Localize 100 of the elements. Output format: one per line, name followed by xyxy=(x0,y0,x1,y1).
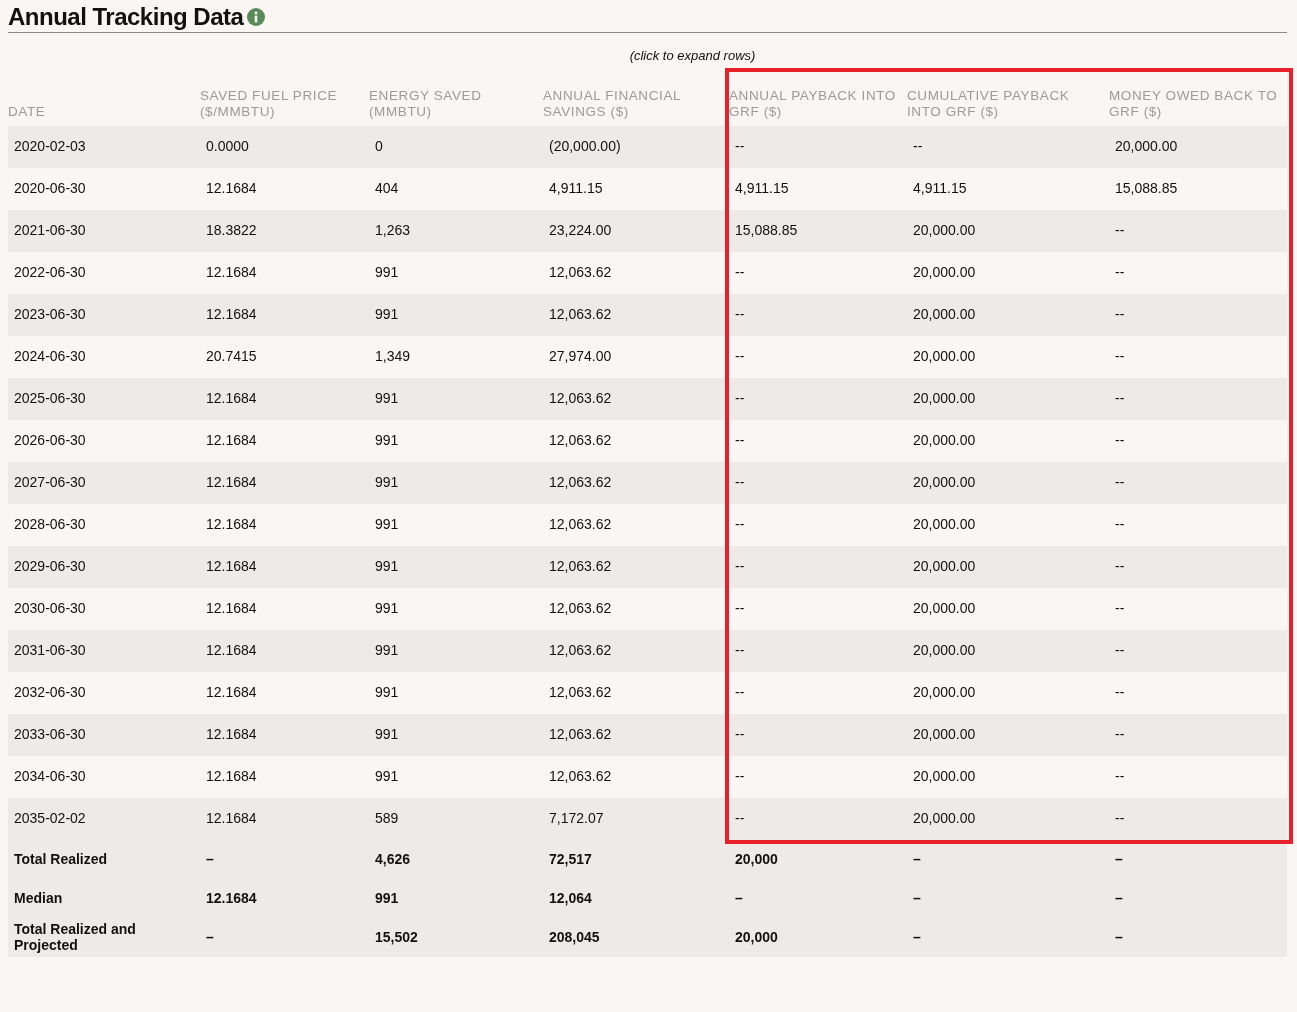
table-cell: 12.1684 xyxy=(206,600,257,616)
table-cell: 12,063.62 xyxy=(549,432,612,448)
date-cell[interactable]: 2027-06-30 xyxy=(14,474,86,490)
table-cell: 20,000.00 xyxy=(913,222,976,238)
column-header: ENERGY SAVED (MMBTU) xyxy=(369,87,482,119)
table-cell: -- xyxy=(735,558,745,574)
column-header: MONEY OWED BACK TO GRF ($) xyxy=(1109,87,1278,119)
table-cell: -- xyxy=(1115,558,1125,574)
date-cell[interactable]: 2025-06-30 xyxy=(14,390,86,406)
date-cell[interactable]: 2020-06-30 xyxy=(14,180,86,196)
date-cell[interactable]: 2022-06-30 xyxy=(14,264,86,280)
table-cell: -- xyxy=(913,138,923,154)
table-cell: 4,911.15 xyxy=(913,180,967,196)
table-cell: 20,000.00 xyxy=(913,390,976,406)
table-cell: 20,000.00 xyxy=(913,642,976,658)
date-cell[interactable]: 2023-06-30 xyxy=(14,306,86,322)
row-label: Total Realized xyxy=(14,851,108,867)
table-cell: 12,063.62 xyxy=(549,600,612,616)
table-cell: -- xyxy=(1115,768,1125,784)
table-cell: 12.1684 xyxy=(206,810,257,826)
table-cell: 404 xyxy=(375,180,399,196)
table-cell: 12.1684 xyxy=(206,306,257,322)
date-cell[interactable]: 2021-06-30 xyxy=(14,222,86,238)
table-cell: 12,063.62 xyxy=(549,684,612,700)
table-cell: 4,626 xyxy=(375,851,411,867)
table-cell: 12,063.62 xyxy=(549,264,612,280)
table-cell: 991 xyxy=(375,890,399,906)
table-cell: 12.1684 xyxy=(206,726,257,742)
table-cell: -- xyxy=(735,600,745,616)
column-header: ANNUAL PAYBACK INTO GRF ($) xyxy=(729,87,896,119)
date-cell[interactable]: 2031-06-30 xyxy=(14,642,86,658)
table-cell: – xyxy=(1115,851,1123,867)
table-cell: -- xyxy=(735,642,745,658)
table-cell: -- xyxy=(1115,348,1125,364)
table-cell: 0.0000 xyxy=(206,138,249,154)
table-cell: -- xyxy=(1115,474,1125,490)
table-cell: -- xyxy=(735,516,745,532)
info-icon[interactable] xyxy=(247,8,266,26)
table-cell: 991 xyxy=(375,600,399,616)
date-cell[interactable]: 2032-06-30 xyxy=(14,684,86,700)
table-cell: 12,063.62 xyxy=(549,390,612,406)
table-cell: 20,000.00 xyxy=(913,768,976,784)
date-cell[interactable]: 2033-06-30 xyxy=(14,726,86,742)
table-cell: -- xyxy=(735,390,745,406)
table-cell: -- xyxy=(735,432,745,448)
table-cell: 12,063.62 xyxy=(549,558,612,574)
date-cell[interactable]: 2035-02-02 xyxy=(14,810,86,826)
table-cell: – xyxy=(913,851,921,867)
table-cell: 20,000.00 xyxy=(913,474,976,490)
table-cell: -- xyxy=(1115,222,1125,238)
table-cell: -- xyxy=(1115,516,1125,532)
date-cell[interactable]: 2029-06-30 xyxy=(14,558,86,574)
date-cell[interactable]: 2020-02-03 xyxy=(14,138,86,154)
table-cell: 15,502 xyxy=(375,929,418,945)
date-cell[interactable]: 2034-06-30 xyxy=(14,768,86,784)
table-cell: 20,000.00 xyxy=(913,264,976,280)
row-label: Total Realized and Projected xyxy=(14,921,136,953)
table-cell: 991 xyxy=(375,768,399,784)
table-cell: 4,911.15 xyxy=(549,180,603,196)
table-cell: 991 xyxy=(375,264,399,280)
table-cell: 12.1684 xyxy=(206,558,257,574)
table-cell: -- xyxy=(1115,600,1125,616)
table-cell: 27,974.00 xyxy=(549,348,612,364)
table-cell: 23,224.00 xyxy=(549,222,612,238)
date-cell[interactable]: 2028-06-30 xyxy=(14,516,86,532)
table-cell: 20,000.00 xyxy=(913,306,976,322)
table-cell: 4,911.15 xyxy=(735,180,789,196)
column-header: CUMULATIVE PAYBACK INTO GRF ($) xyxy=(907,87,1070,119)
table-cell: 20,000.00 xyxy=(913,726,976,742)
table-cell: 18.3822 xyxy=(206,222,257,238)
table-cell: 12,063.62 xyxy=(549,768,612,784)
table-cell: 12,063.62 xyxy=(549,726,612,742)
table-cell: 20.7415 xyxy=(206,348,257,364)
table-cell: 991 xyxy=(375,432,399,448)
table-cell: 12,063.62 xyxy=(549,516,612,532)
date-cell[interactable]: 2030-06-30 xyxy=(14,600,86,616)
table-cell: 20,000.00 xyxy=(913,348,976,364)
table-cell: 12.1684 xyxy=(206,432,257,448)
table-cell: 20,000.00 xyxy=(913,684,976,700)
table-cell: 12.1684 xyxy=(206,264,257,280)
table-cell: 20,000.00 xyxy=(913,558,976,574)
date-cell[interactable]: 2026-06-30 xyxy=(14,432,86,448)
table-cell: (20,000.00) xyxy=(549,138,621,154)
table-cell: 12,063.62 xyxy=(549,306,612,322)
table-cell: 7,172.07 xyxy=(549,810,604,826)
table-cell: -- xyxy=(1115,726,1125,742)
table-cell: 12.1684 xyxy=(206,684,257,700)
table-cell: -- xyxy=(735,306,745,322)
table-cell: – xyxy=(1115,890,1123,906)
date-cell[interactable]: 2024-06-30 xyxy=(14,348,86,364)
table-cell: – xyxy=(913,890,921,906)
table-cell: 12,063.62 xyxy=(549,642,612,658)
table-cell: 589 xyxy=(375,810,399,826)
column-header: DATE xyxy=(8,103,46,119)
table-cell: -- xyxy=(735,474,745,490)
table-cell: 20,000.00 xyxy=(913,600,976,616)
table-cell: -- xyxy=(735,768,745,784)
table-cell: 12.1684 xyxy=(206,768,257,784)
table-cell: 20,000.00 xyxy=(913,516,976,532)
table-cell: – xyxy=(913,929,921,945)
